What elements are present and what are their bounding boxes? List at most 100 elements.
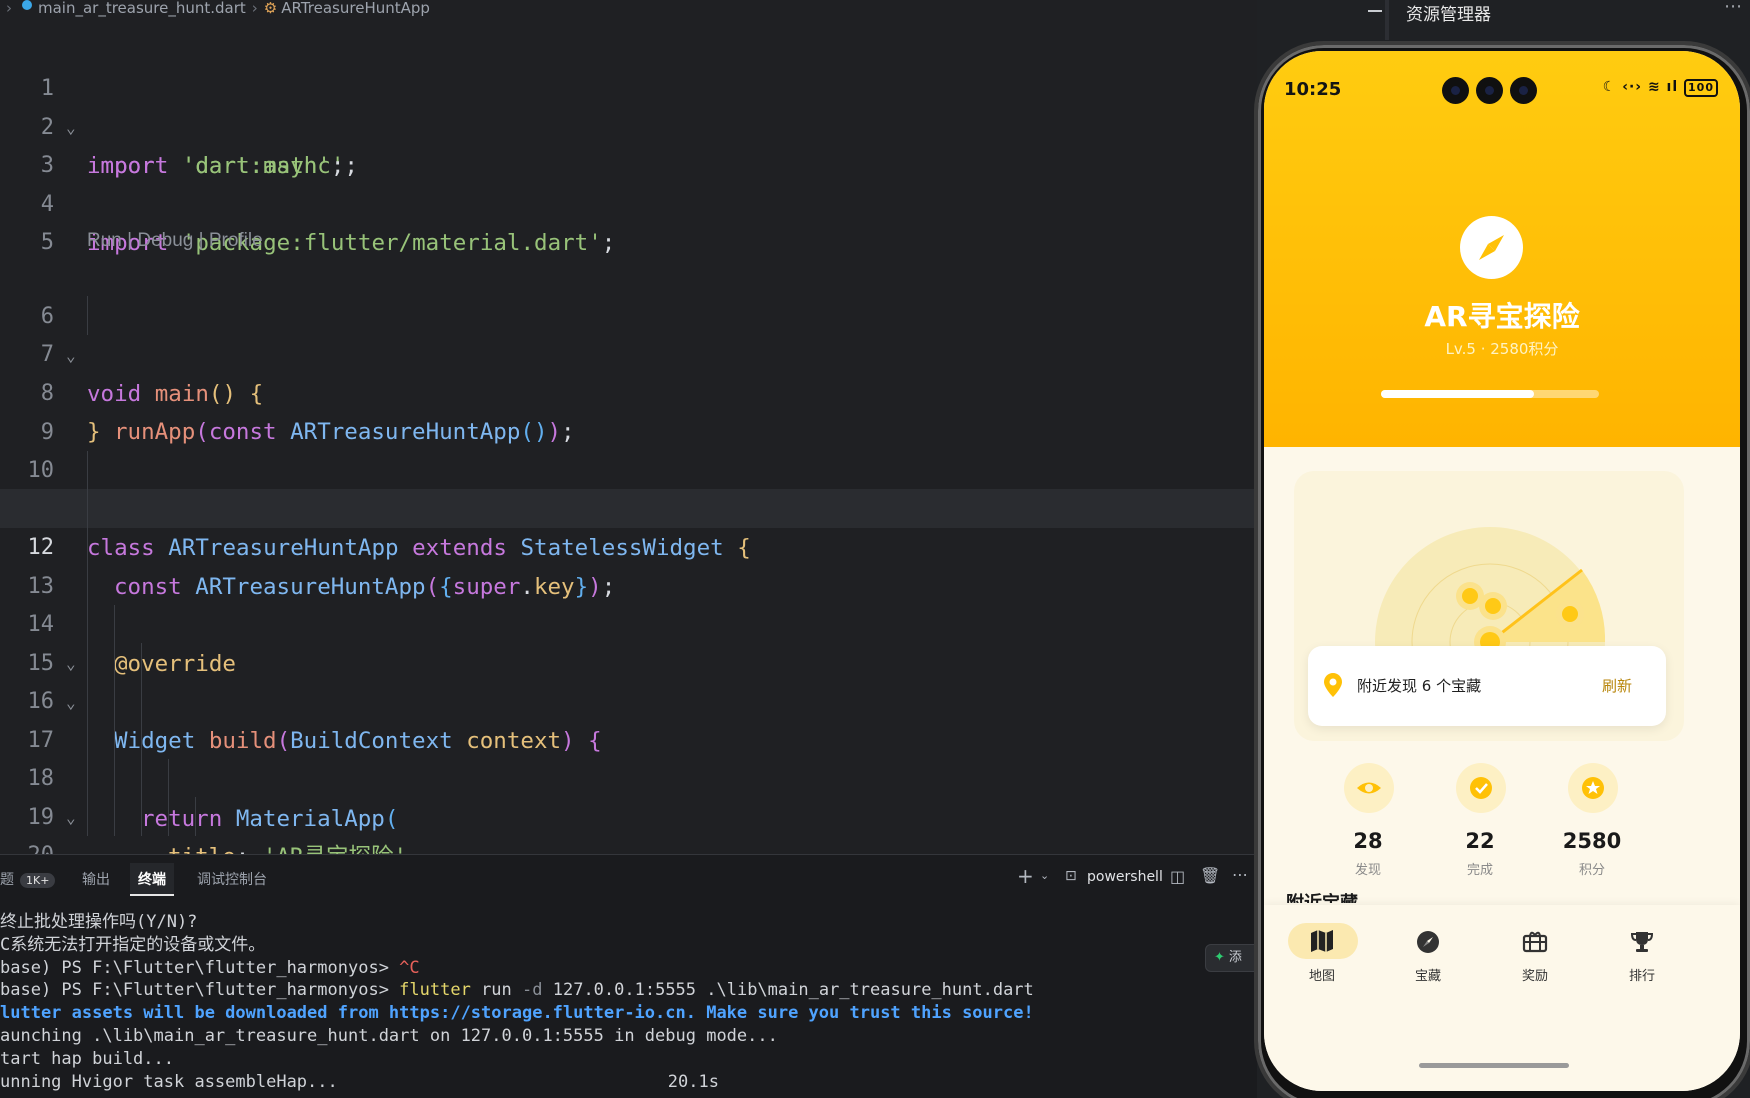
code-line[interactable]: 14 ⌄ Widget build(BuildContext context) …: [0, 566, 1257, 754]
indent-guide: [87, 643, 88, 682]
chevron-down-icon[interactable]: ⌄: [1040, 869, 1049, 882]
indent-guide: [87, 759, 88, 798]
code-line[interactable]: 4 import 'package:flutter/material.dart'…: [0, 146, 1257, 256]
camera-icon: [1510, 77, 1537, 104]
indent-guide: [87, 605, 88, 644]
camera-icon: [1476, 77, 1503, 104]
stat-value: 28: [1353, 829, 1383, 853]
battery-icon: 100: [1684, 79, 1718, 97]
tab-output[interactable]: 输出: [82, 869, 110, 889]
code-line[interactable]: 18 ⌄ theme: ThemeData(: [0, 720, 1257, 827]
code-line[interactable]: 11 const ARTreasureHuntApp({super.key});: [0, 451, 1257, 600]
breadcrumb-symbol[interactable]: ARTreasureHuntApp: [281, 0, 430, 17]
bottom-panel: 题 1K+ 输出 终端 调试控制台 + ⌄ ⊡ powershell ◫ 🗑 ⋯ …: [0, 854, 1257, 1098]
code-line[interactable]: 13 @override: [0, 528, 1257, 677]
indent-guide: [87, 296, 88, 335]
indent-guide: [114, 720, 115, 759]
indent-guide: [141, 682, 142, 721]
indent-guide: [114, 797, 115, 836]
breadcrumb-file[interactable]: main_ar_treasure_hunt.dart: [38, 0, 246, 17]
stat-value: 22: [1465, 829, 1495, 853]
status-icons: ☾ ‹·› ≋ ıl 100: [1603, 79, 1718, 97]
breadcrumb: › main_ar_treasure_hunt.dart › ⚙ ARTreasureH…: [0, 0, 430, 18]
code-line[interactable]: 3: [0, 107, 1257, 178]
nav-label: 地图: [1308, 969, 1335, 984]
code-icon: ‹·›: [1622, 79, 1643, 95]
sparkle-icon: ✦: [1214, 950, 1225, 965]
indent-guide: [87, 489, 88, 528]
stat-value: 2580: [1562, 829, 1622, 853]
level-progress-bar: [1381, 390, 1599, 398]
nearby-card: 附近发现 6 个宝藏 刷新: [1308, 646, 1666, 726]
indent-guide: [87, 682, 88, 721]
indent-guide: [195, 797, 196, 836]
code-line-current[interactable]: 12: [0, 489, 1257, 560]
nav-label: 奖励: [1521, 969, 1548, 984]
terminal-line: unning Hvigor task assembleHap... 20.1s: [0, 1071, 719, 1092]
fold-chevron-icon[interactable]: ⌄: [66, 837, 76, 854]
code-line[interactable]: 20 seedColor: const Color(0xFFFFD700),: [0, 797, 1257, 854]
code-line[interactable]: 9: [0, 374, 1257, 445]
indent-guide: [87, 528, 88, 567]
class-icon: ⚙: [263, 0, 278, 17]
trophy-icon: [1630, 932, 1654, 952]
indent-guide: [141, 759, 142, 798]
new-terminal-plus-icon[interactable]: +: [1017, 864, 1034, 888]
phone-screen[interactable]: 10:25 ☾ ‹·› ≋ ıl 100 AR寻宝探险 Lv.5 · 2580积…: [1264, 51, 1740, 1091]
code-line[interactable]: 19 ⌄ colorScheme: ColorScheme.fromSeed(: [0, 759, 1257, 854]
trash-icon[interactable]: 🗑: [1200, 866, 1220, 885]
stat-label: 完成: [1466, 863, 1493, 878]
nearby-count-text: 附近发现 6 个宝藏: [1357, 677, 1482, 695]
dart-file-icon: [22, 0, 32, 10]
home-indicator[interactable]: [1419, 1063, 1569, 1068]
wifi-icon: ≋: [1647, 79, 1661, 95]
terminal-line: base) PS F:\Flutter\flutter_harmonyos> ^…: [0, 957, 420, 978]
chevron-right-icon: ›: [6, 0, 12, 17]
more-icon[interactable]: ⋯: [1232, 865, 1248, 884]
code-line[interactable]: 15 ⌄ return MaterialApp(: [0, 605, 1257, 832]
code-line[interactable]: 8 }: [0, 335, 1257, 445]
moon-icon: ☾: [1602, 79, 1617, 95]
code-editor[interactable]: › main_ar_treasure_hunt.dart › ⚙ ARTreasureH…: [0, 0, 1257, 854]
hero-header: 10:25 ☾ ‹·› ≋ ıl 100 AR寻宝探险 Lv.5 · 2580积…: [1264, 51, 1740, 447]
indent-guide: [87, 720, 88, 759]
nav-label: 排行: [1628, 969, 1655, 984]
split-terminal-icon[interactable]: ◫: [1170, 867, 1185, 886]
section-title-nearby: 附近宝藏: [1286, 889, 1358, 903]
code-line[interactable]: 7 runApp(const ARTreasureHuntApp());: [0, 296, 1257, 445]
code-line[interactable]: 5: [0, 184, 1257, 255]
terminal-shell-label[interactable]: powershell: [1087, 869, 1163, 885]
terminal-line: aunching .\lib\main_ar_treasure_hunt.dar…: [0, 1025, 778, 1046]
indent-guide: [114, 643, 115, 682]
stat-label: 发现: [1354, 863, 1381, 878]
problems-count-badge: 1K+: [20, 873, 56, 888]
terminal-line: 终止批处理操作吗(Y/N)?: [0, 912, 198, 932]
gift-icon: [1522, 931, 1548, 953]
code-line[interactable]: 1 ⌄ import 'dart:async';: [0, 30, 1257, 179]
code-line[interactable]: 2 import 'dart:math';: [0, 69, 1257, 179]
terminal-line: base) PS F:\Flutter\flutter_harmonyos> f…: [0, 980, 1034, 1001]
tab-terminal[interactable]: 终端: [130, 863, 174, 896]
more-icon[interactable]: ⋯: [1724, 0, 1742, 17]
indent-guide: [141, 797, 142, 836]
status-time: 10:25: [1284, 79, 1342, 100]
codelens-run-debug-profile[interactable]: Run | Debug | Profile: [87, 230, 263, 252]
tab-debug-console[interactable]: 调试控制台: [197, 869, 267, 889]
code-line[interactable]: 16 title: 'AR寻宝探险',: [0, 643, 1257, 854]
terminal-output[interactable]: 终止批处理操作吗(Y/N)? C系统无法打开指定的设备或文件。 base) PS F…: [0, 911, 1034, 1093]
terminal-line: tart hap build...: [0, 1048, 174, 1069]
indent-guide: [87, 566, 88, 605]
code-line[interactable]: 6 ⌄ void main() {: [0, 258, 1257, 407]
code-line[interactable]: 10 ⌄ class ARTreasureHuntApp extends Sta…: [0, 412, 1257, 561]
refresh-button[interactable]: 刷新: [1602, 675, 1632, 696]
tab-problems[interactable]: 题 1K+: [0, 869, 56, 889]
pane-divider[interactable]: [1385, 0, 1389, 40]
indent-guide: [87, 797, 88, 836]
chevron-right-icon: ›: [251, 0, 258, 17]
indent-guide: [168, 797, 169, 836]
minimize-icon[interactable]: [1368, 10, 1382, 12]
indent-guide: [141, 643, 142, 682]
code-line[interactable]: 17 debugShowCheckedModeBanner: false,: [0, 682, 1257, 753]
indent-guide: [141, 720, 142, 759]
camera-icon: [1442, 77, 1469, 104]
